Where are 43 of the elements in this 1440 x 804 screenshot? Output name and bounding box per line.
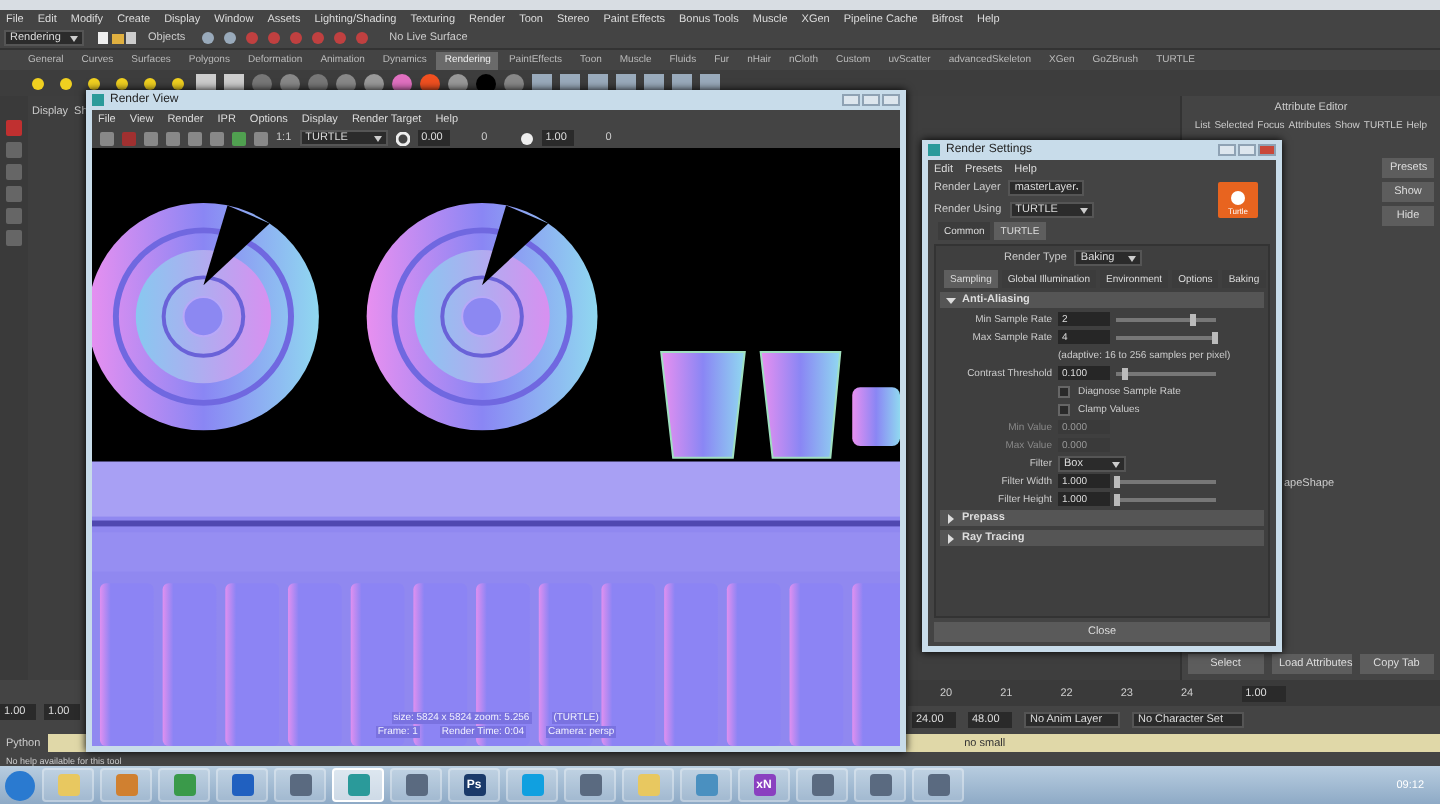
expanded-arrow-icon[interactable] — [946, 295, 956, 305]
turtle-icon — [1230, 189, 1246, 205]
small-part-drawing — [852, 387, 900, 446]
taskbar-button[interactable] — [854, 768, 906, 802]
app-icon — [92, 94, 104, 106]
taskbar-button[interactable] — [332, 768, 384, 802]
caret-icon — [1079, 207, 1088, 213]
gamma-icon — [519, 131, 534, 145]
taskbar-button[interactable] — [796, 768, 848, 802]
exposure-icon — [395, 131, 410, 145]
light-icon[interactable] — [168, 73, 188, 93]
taskbar-button[interactable] — [390, 768, 442, 802]
light-icon[interactable] — [56, 73, 76, 93]
caret-icon — [70, 35, 78, 41]
file-icons[interactable] — [96, 30, 136, 46]
collapsed-arrow-icon[interactable] — [946, 513, 956, 523]
taskbar-button[interactable] — [216, 768, 268, 802]
slider-thumb[interactable] — [1189, 313, 1195, 325]
slider-thumb[interactable] — [1121, 367, 1127, 379]
taskbar-button[interactable] — [912, 768, 964, 802]
collapsed-arrow-icon[interactable] — [946, 533, 956, 543]
checkbox[interactable] — [1058, 403, 1070, 415]
light-icon[interactable] — [84, 73, 104, 93]
taskbar-button[interactable] — [506, 768, 558, 802]
taskbar-button[interactable] — [158, 768, 210, 802]
taskbar-button[interactable] — [564, 768, 616, 802]
caret-icon — [1112, 461, 1120, 467]
slider-thumb[interactable] — [1114, 475, 1120, 487]
bracket-piece-drawing — [660, 350, 746, 459]
start-button-icon[interactable] — [4, 769, 36, 801]
checkbox[interactable] — [1058, 385, 1070, 397]
light-icon[interactable] — [112, 73, 132, 93]
light-icon[interactable] — [140, 73, 160, 93]
light-icon[interactable] — [28, 73, 48, 93]
taskbar-button[interactable] — [100, 768, 152, 802]
app-icon — [928, 144, 940, 156]
slider-thumb[interactable] — [1114, 493, 1120, 505]
caret-icon — [1128, 255, 1137, 261]
taskbar-button[interactable] — [274, 768, 326, 802]
slider-thumb[interactable] — [1211, 331, 1217, 343]
caret-icon — [373, 135, 382, 141]
bracket-piece-drawing — [759, 350, 842, 459]
taskbar-button[interactable] — [680, 768, 732, 802]
